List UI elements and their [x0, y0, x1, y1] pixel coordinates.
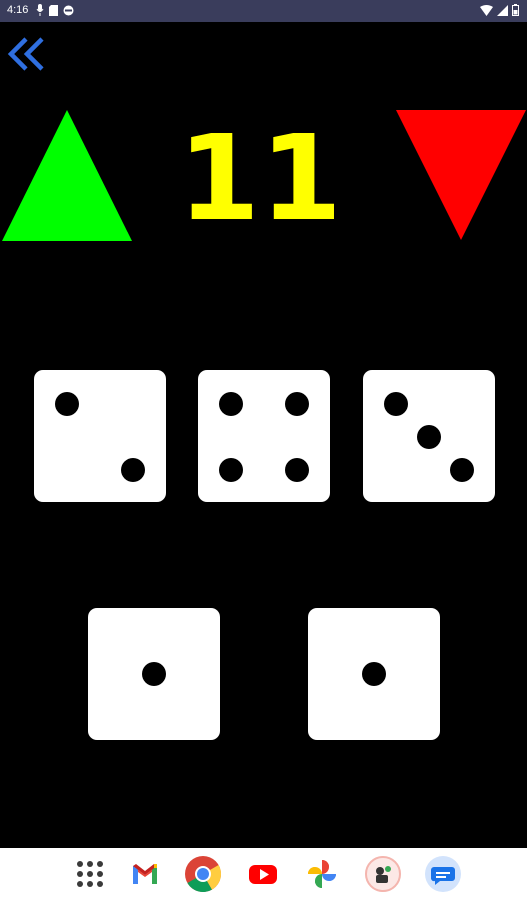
die-pip — [219, 392, 243, 416]
die-pip — [450, 458, 474, 482]
die-pip — [384, 392, 408, 416]
die-5[interactable] — [308, 608, 440, 740]
camera-app-icon — [365, 856, 401, 892]
youtube-app[interactable] — [244, 855, 282, 893]
up-triangle-icon — [2, 110, 132, 241]
apps-grid-button[interactable] — [71, 855, 109, 893]
die-pip — [55, 392, 79, 416]
photos-icon — [308, 860, 336, 888]
die-2[interactable] — [198, 370, 330, 502]
die-4[interactable] — [88, 608, 220, 740]
status-time: 4:16 — [7, 4, 29, 16]
gmail-app[interactable] — [126, 855, 164, 893]
double-chevron-left-icon — [7, 37, 44, 71]
decrease-button[interactable] — [396, 108, 526, 242]
die-pip — [121, 458, 145, 482]
down-triangle-icon — [396, 110, 526, 240]
chrome-icon — [185, 856, 222, 893]
sd-card-icon — [49, 4, 58, 16]
back-button[interactable] — [4, 34, 48, 78]
youtube-icon — [249, 865, 277, 884]
die-pip — [219, 458, 243, 482]
gmail-icon — [133, 864, 157, 884]
app-dock — [0, 848, 527, 900]
die-1[interactable] — [34, 370, 166, 502]
status-icons-right — [480, 4, 519, 16]
die-pip — [285, 458, 309, 482]
die-3[interactable] — [363, 370, 495, 502]
mic-icon — [36, 4, 44, 16]
apps-grid-icon — [77, 861, 103, 887]
die-pip — [142, 662, 166, 686]
data-saver-icon — [63, 5, 74, 15]
increase-button[interactable] — [0, 108, 134, 242]
photos-app[interactable] — [303, 855, 341, 893]
chrome-app[interactable] — [184, 855, 222, 893]
die-pip — [285, 392, 309, 416]
status-icons-left — [36, 4, 74, 16]
messages-app[interactable] — [424, 855, 462, 893]
messages-icon — [425, 856, 461, 892]
camera-app[interactable] — [364, 855, 402, 893]
die-pip — [362, 662, 386, 686]
signal-icon — [497, 4, 508, 16]
die-pip — [417, 425, 441, 449]
battery-icon — [512, 4, 519, 16]
wifi-icon — [480, 4, 493, 16]
dice-total-counter: 11 — [177, 109, 343, 247]
status-bar: 4:16 — [0, 0, 527, 22]
